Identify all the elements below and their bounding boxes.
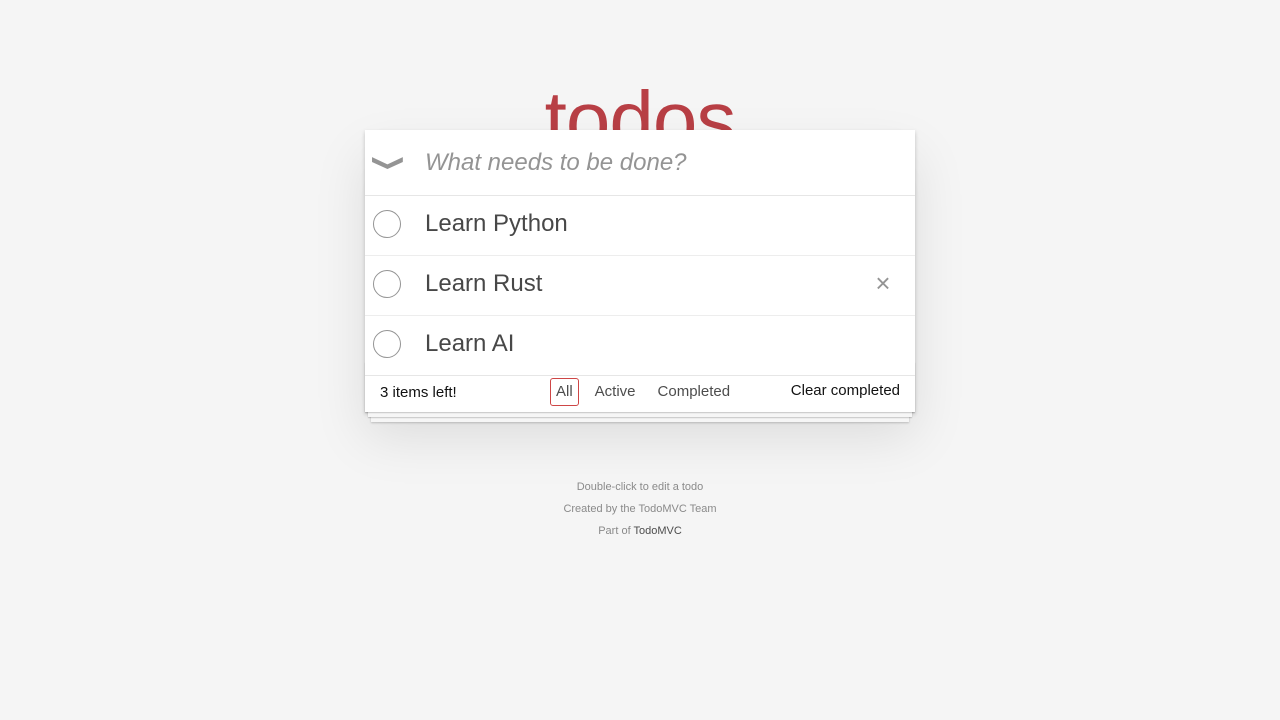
filter-active[interactable]: Active bbox=[589, 378, 642, 406]
part-of-line: Part of TodoMVC bbox=[0, 520, 1280, 542]
credits: Created by the TodoMVC Team bbox=[563, 503, 717, 515]
todo-list: Learn Python Learn Rust × Learn AI bbox=[365, 196, 915, 375]
todo-card: ❯ Learn Python Learn Rust × Learn AI bbox=[365, 130, 915, 412]
close-icon: × bbox=[875, 267, 891, 298]
edit-hint: Double-click to edit a todo bbox=[576, 481, 704, 493]
filter-list: All Active Completed bbox=[550, 378, 736, 406]
todo-header: ❯ bbox=[365, 130, 915, 196]
delete-todo-button[interactable]: × bbox=[859, 259, 907, 307]
clear-completed-button[interactable]: Clear completed bbox=[787, 378, 904, 404]
todo-item: Learn AI bbox=[365, 316, 915, 375]
todo-checkbox[interactable] bbox=[373, 210, 401, 238]
todomvc-link[interactable]: TodoMVC bbox=[633, 525, 681, 537]
todo-label[interactable]: Learn Python bbox=[425, 196, 568, 255]
toggle-all-button[interactable]: ❯ bbox=[365, 130, 413, 195]
items-left-count: 3 items left! bbox=[380, 384, 457, 401]
todo-checkbox[interactable] bbox=[373, 330, 401, 358]
filter-all[interactable]: All bbox=[550, 378, 579, 406]
info-footer: Double-click to edit a todo Created by t… bbox=[0, 476, 1280, 542]
new-todo-input[interactable] bbox=[425, 130, 915, 195]
todo-label[interactable]: Learn AI bbox=[425, 316, 514, 375]
todo-item: Learn Python bbox=[365, 196, 915, 256]
chevron-down-icon: ❯ bbox=[372, 153, 408, 172]
todo-label[interactable]: Learn Rust bbox=[425, 256, 542, 315]
todo-checkbox[interactable] bbox=[373, 270, 401, 298]
todo-item: Learn Rust × bbox=[365, 256, 915, 316]
filter-completed[interactable]: Completed bbox=[652, 378, 737, 406]
todo-footer: 3 items left! All Active Completed Clear… bbox=[365, 375, 915, 412]
part-of-prefix: Part of bbox=[598, 525, 634, 537]
